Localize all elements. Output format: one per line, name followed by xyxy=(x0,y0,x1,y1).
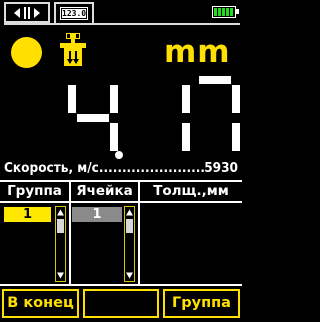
middle-button[interactable] xyxy=(83,289,159,318)
tab-sensor[interactable] xyxy=(4,2,50,23)
group-scroll-thumb[interactable] xyxy=(57,219,64,233)
cell-scrollbar[interactable] xyxy=(124,206,135,282)
tab-display[interactable]: 123.0 xyxy=(54,2,94,24)
scroll-up-icon[interactable] xyxy=(56,208,65,219)
numeric-display-icon: 123.0 xyxy=(60,7,88,20)
battery-icon xyxy=(212,6,239,18)
column-header-group: Группа xyxy=(7,183,62,199)
sound-speed-value: 5930 xyxy=(204,160,238,176)
table-header-border xyxy=(0,201,242,203)
group-button[interactable]: Группа xyxy=(163,289,240,318)
scroll-down-icon[interactable] xyxy=(125,269,134,280)
unit-label: mm xyxy=(164,34,231,70)
digit-1 xyxy=(182,85,190,151)
group-scrollbar[interactable] xyxy=(55,206,66,282)
column-header-cell: Ячейка xyxy=(76,183,133,199)
digit-2 xyxy=(199,76,240,151)
cell-value-cell[interactable]: 1 xyxy=(72,207,122,222)
decimal-point xyxy=(115,151,123,159)
cell-scroll-thumb[interactable] xyxy=(126,219,133,233)
column-header-thickness: Толщ.,мм xyxy=(153,183,229,199)
probe-icon xyxy=(60,33,86,66)
sensor-gap-icon xyxy=(14,7,40,19)
to-end-button[interactable]: В конец xyxy=(2,289,79,318)
sound-speed-label: Скорость, м/с xyxy=(4,160,99,176)
thickness-reading xyxy=(68,76,240,159)
tab-underline xyxy=(4,23,240,25)
table-bottom-border xyxy=(0,284,242,286)
digit-0 xyxy=(68,85,118,151)
scroll-up-icon[interactable] xyxy=(125,208,134,219)
sound-speed-dots: ............................. xyxy=(98,160,205,176)
status-indicator xyxy=(11,37,42,68)
scroll-down-icon[interactable] xyxy=(56,269,65,280)
sound-speed-row: Скорость, м/с ..........................… xyxy=(4,160,240,176)
group-value-cell[interactable]: 1 xyxy=(4,207,51,222)
display-text: 123.0 xyxy=(62,9,87,18)
